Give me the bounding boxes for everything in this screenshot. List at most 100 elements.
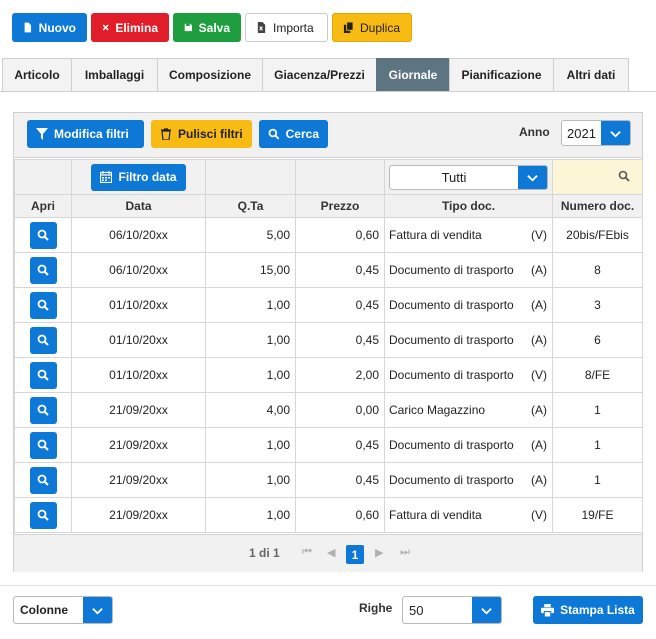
filter-cell-apri — [14, 159, 72, 195]
tab-giornale[interactable]: Giornale — [376, 58, 450, 91]
column-header-prezzo[interactable]: Prezzo — [295, 194, 385, 218]
pulisci-filtri-label: Pulisci filtri — [178, 127, 243, 141]
cell-qta: 1,00 — [205, 497, 296, 533]
cell-numero-doc: 3 — [552, 287, 643, 323]
search-icon — [37, 474, 49, 486]
tab-divider — [0, 91, 656, 92]
colonne-select[interactable]: Colonne — [13, 596, 113, 624]
open-row-button[interactable] — [29, 326, 57, 354]
stampa-lista-label: Stampa Lista — [560, 603, 635, 617]
tab-pianificazione[interactable]: Pianificazione — [449, 58, 554, 91]
cell-qta: 1,00 — [205, 357, 296, 393]
filter-icon — [36, 128, 48, 140]
tab-articolo[interactable]: Articolo — [2, 58, 72, 91]
open-row-button[interactable] — [29, 221, 57, 249]
search-icon — [268, 128, 280, 140]
duplica-label: Duplica — [360, 20, 401, 35]
colonne-label: Colonne — [20, 603, 68, 617]
cell-prezzo: 2,00 — [295, 357, 385, 393]
tab-giacenza-prezzi[interactable]: Giacenza/Prezzi — [262, 58, 377, 91]
elimina-button[interactable]: Elimina — [91, 13, 169, 42]
filter-bar: Modifica filtri Pulisci filtri Cerca Ann… — [14, 113, 642, 158]
table-row: 21/09/20xx 1,00 0,45 Documento di trasporto… — [14, 462, 643, 498]
open-cell — [14, 252, 72, 288]
nuovo-button[interactable]: Nuovo — [12, 13, 87, 42]
open-row-button[interactable] — [29, 396, 57, 424]
tipo-doc-select-value: Tutti — [441, 169, 467, 185]
numero-doc-search-field[interactable] — [552, 159, 643, 195]
cell-prezzo: 0,45 — [295, 427, 385, 463]
tipo-doc-text: Documento di trasporto — [389, 473, 514, 487]
anno-dropdown-button[interactable] — [601, 121, 630, 145]
colonne-dropdown-button[interactable] — [83, 597, 112, 623]
first-page-icon[interactable]: ⏮ — [302, 546, 312, 559]
salva-button[interactable]: Salva — [173, 13, 241, 42]
tab-altri-dati[interactable]: Altri dati — [553, 58, 629, 91]
current-page-button[interactable]: 1 — [346, 545, 364, 564]
open-cell — [14, 217, 72, 253]
column-header-qta[interactable]: Q.Ta — [205, 194, 296, 218]
prev-page-icon[interactable]: ◀ — [327, 546, 335, 559]
cell-data: 21/09/20xx — [71, 462, 206, 498]
cell-numero-doc: 1 — [552, 392, 643, 428]
chevron-down-icon — [527, 174, 538, 182]
tipo-doc-text: Documento di trasporto — [389, 263, 514, 277]
open-cell — [14, 427, 72, 463]
column-header-tipo-doc[interactable]: Tipo doc. — [384, 194, 553, 218]
anno-value: 2021 — [567, 125, 596, 141]
tab-imballaggi[interactable]: Imballaggi — [71, 58, 158, 91]
cell-tipo-doc: Documento di trasporto (A) — [384, 252, 553, 288]
table-row: 21/09/20xx 1,00 0,45 Documento di trasporto… — [14, 427, 643, 463]
righe-label: Righe — [359, 601, 393, 615]
righe-select[interactable]: 50 — [402, 596, 502, 624]
open-cell — [14, 357, 72, 393]
tipo-doc-flag: (A) — [531, 403, 547, 417]
righe-dropdown-button[interactable] — [472, 597, 501, 623]
open-row-button[interactable] — [29, 256, 57, 284]
next-page-icon[interactable]: ▶ — [375, 546, 383, 559]
tipo-doc-flag: (V) — [531, 228, 547, 242]
search-icon — [37, 369, 49, 381]
open-cell — [14, 322, 72, 358]
open-row-button[interactable] — [29, 431, 57, 459]
tipo-doc-select[interactable]: Tutti — [389, 164, 548, 190]
close-icon — [102, 24, 109, 31]
cell-tipo-doc: Documento di trasporto (V) — [384, 357, 553, 393]
tipo-doc-text: Documento di trasporto — [389, 368, 514, 382]
table-header-row: Apri Data Q.Ta Prezzo Tipo doc. Numero d… — [14, 194, 643, 218]
open-row-button[interactable] — [29, 466, 57, 494]
open-row-button[interactable] — [29, 361, 57, 389]
tipo-doc-flag: (A) — [531, 333, 547, 347]
importa-button[interactable]: Importa — [245, 13, 328, 42]
last-page-icon[interactable]: ⏭ — [400, 546, 410, 559]
cell-prezzo: 0,45 — [295, 462, 385, 498]
column-header-data[interactable]: Data — [71, 194, 206, 218]
open-row-button[interactable] — [29, 501, 57, 529]
bottom-divider — [0, 585, 656, 586]
cell-prezzo: 0,60 — [295, 217, 385, 253]
cell-data: 01/10/20xx — [71, 322, 206, 358]
pulisci-filtri-button[interactable]: Pulisci filtri — [151, 120, 252, 148]
cerca-button[interactable]: Cerca — [259, 120, 328, 148]
column-header-apri[interactable]: Apri — [14, 194, 72, 218]
search-icon — [37, 299, 49, 311]
table-filter-row: Filtro data Tutti — [14, 159, 643, 195]
modifica-filtri-button[interactable]: Modifica filtri — [27, 120, 144, 148]
journal-panel: Modifica filtri Pulisci filtri Cerca Ann… — [13, 112, 643, 572]
stampa-lista-button[interactable]: Stampa Lista — [533, 596, 643, 624]
nuovo-label: Nuovo — [38, 20, 76, 35]
chevron-down-icon — [481, 607, 492, 615]
duplica-button[interactable]: Duplica — [332, 13, 412, 42]
search-icon — [37, 509, 49, 521]
cell-prezzo: 0,00 — [295, 392, 385, 428]
cell-tipo-doc: Carico Magazzino (A) — [384, 392, 553, 428]
cell-numero-doc: 8 — [552, 252, 643, 288]
filtro-data-button[interactable]: Filtro data — [91, 163, 186, 191]
cell-numero-doc: 20bis/FEbis — [552, 217, 643, 253]
column-header-numero-doc[interactable]: Numero doc. — [552, 194, 643, 218]
tab-composizione[interactable]: Composizione — [157, 58, 263, 91]
open-row-button[interactable] — [29, 291, 57, 319]
tipo-doc-dropdown-button[interactable] — [518, 165, 547, 189]
search-icon — [618, 170, 630, 182]
anno-select[interactable]: 2021 — [561, 120, 631, 146]
